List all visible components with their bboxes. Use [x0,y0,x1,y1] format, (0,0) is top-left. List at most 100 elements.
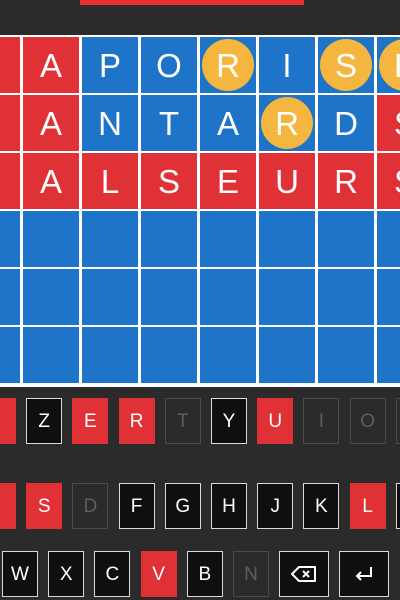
cell-letter: S [334,46,357,84]
key-label: U [268,410,283,432]
key-label: L [362,495,373,517]
board-cell [0,211,20,267]
backspace-icon [291,566,317,582]
key[interactable] [0,483,16,529]
board-cell [141,269,197,325]
cell-letter: A [39,162,62,200]
key[interactable]: G [164,483,201,529]
key[interactable]: W [2,551,38,597]
board-cell [82,269,138,325]
key[interactable]: V [140,551,177,597]
key-label: F [130,495,143,517]
board-cell [82,327,138,383]
key[interactable]: B [186,551,223,597]
board-cell: U [259,153,315,209]
board-cell: O [141,37,197,93]
cell-letter: R [334,162,358,200]
board-cell: S [377,153,400,209]
cell-letter: R [216,46,240,84]
key-label: X [59,563,73,585]
key[interactable]: R [118,398,155,444]
board-cell: R [200,37,256,93]
key-label: Z [38,410,50,432]
board-cell: R [318,153,374,209]
board-cell: L [82,153,138,209]
board-cell [259,327,315,383]
board-cell [318,327,374,383]
enter-icon [355,567,373,581]
board-cell: E [200,153,256,209]
cell-letter: E [216,162,239,200]
cell-letter: D [334,104,358,142]
board-cell [377,211,400,267]
cell-letter: E [394,49,400,82]
board-cell [141,327,197,383]
board-cell [0,327,20,383]
key-label: N [244,563,258,585]
board-cell: A [23,95,79,151]
cell-letter: S [157,162,180,200]
key[interactable]: M [395,483,400,529]
key-label: V [152,563,165,585]
key[interactable]: C [94,551,131,597]
key[interactable]: F [118,483,155,529]
key[interactable]: H [211,483,247,529]
board-cell [200,269,256,325]
board-cell [259,269,315,325]
board-cell [82,211,138,267]
key[interactable]: L [349,483,386,529]
key[interactable]: D [72,483,109,529]
key-label: H [222,495,236,517]
key[interactable]: T [164,398,201,444]
key-label: D [83,495,98,517]
backspace-key[interactable] [279,551,330,597]
board-cell: E [377,37,400,93]
board-cell: N [82,95,138,151]
cell-letter: P [98,46,121,84]
board-cell [200,327,256,383]
board-cell [0,269,20,325]
cell-letter: A [39,104,62,142]
cell-letter: O [156,46,182,84]
cell-letter: L [100,162,120,200]
board-cell [259,211,315,267]
key[interactable]: X [48,551,85,597]
key-label: G [175,495,191,517]
board-cell [0,153,20,209]
enter-key[interactable] [339,551,390,597]
key[interactable]: O [349,398,386,444]
key-label: B [198,563,212,585]
key-label: I [318,410,325,432]
board-cell [377,269,400,325]
key[interactable]: S [26,483,63,529]
top-banner [80,0,304,5]
key[interactable]: I [303,398,340,444]
key[interactable]: J [257,483,294,529]
board-cell: T [141,95,197,151]
board-cell: S [318,37,374,93]
key[interactable]: P [395,398,400,444]
cell-letter: A [39,46,62,84]
board-cell: S [141,153,197,209]
board-cell: S [377,95,400,151]
game-screen: APORISEANTARDSALSEURS ZERTYUIOPSDFGHJKLM… [0,0,400,600]
key[interactable] [0,398,16,444]
board-cell [0,37,20,93]
board-cell [377,327,400,383]
board-cell [318,211,374,267]
board-cell: D [318,95,374,151]
key-label: W [11,563,29,585]
cell-letter: I [282,46,292,84]
key[interactable]: Y [211,398,247,444]
key-label: J [270,495,280,517]
key[interactable]: E [72,398,109,444]
key[interactable]: U [257,398,294,444]
cell-letter: T [158,104,180,142]
key[interactable]: Z [26,398,63,444]
board-cell: A [23,153,79,209]
key-label: T [176,410,189,432]
cell-letter: A [216,104,239,142]
key[interactable]: K [303,483,340,529]
key[interactable]: N [233,551,269,597]
board-cell [318,269,374,325]
